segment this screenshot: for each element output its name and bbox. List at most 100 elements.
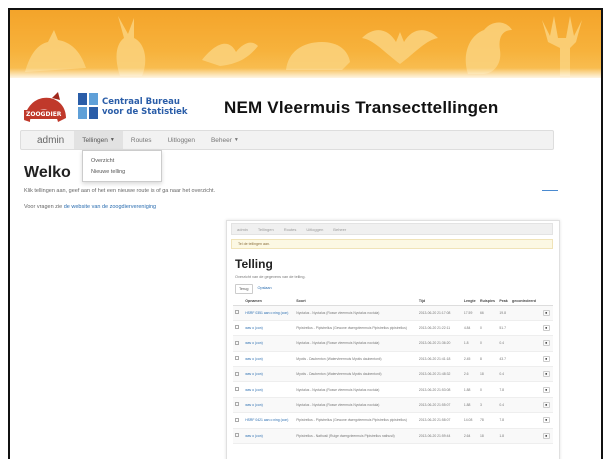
checked-cell [510, 397, 541, 414]
col-header: Soort [294, 297, 417, 306]
inner-nav-item[interactable]: Tellingen [253, 227, 279, 232]
zoogdiervereniging-link[interactable]: de website van de zoogdiervereniging [64, 204, 156, 210]
inner-save-button[interactable]: Opslaan [254, 284, 275, 294]
dropdown-item-overzicht[interactable]: Overzicht [83, 156, 161, 167]
noise-cell: 3 [477, 397, 498, 414]
inner-nav-item[interactable]: admin [232, 227, 253, 232]
recording-link[interactable]: wav o (con) [243, 366, 295, 383]
recording-link[interactable]: wav o (con) [243, 428, 295, 445]
col-header [540, 297, 553, 306]
inner-button-group: Terug Opslaan [235, 284, 275, 294]
table-row: wav o (con) Pipistrellus - Nathusii (Ruig… [233, 428, 553, 445]
inner-nav-item[interactable]: Beheer [328, 227, 351, 232]
time-cell: 2013-06-20 21:22:11 [416, 320, 462, 337]
cbs-line1: Centraal Bureau [102, 97, 180, 107]
checked-cell [510, 335, 541, 352]
time-cell: 2013-06-20 21:17:08 [416, 305, 462, 321]
row-checkbox[interactable] [233, 412, 244, 429]
nav-beheer[interactable]: Beheer ▼ [203, 131, 247, 149]
row-checkbox[interactable] [233, 351, 244, 368]
checkbox-icon[interactable] [235, 371, 239, 376]
zoogdier-logo-icon [24, 92, 66, 122]
row-checkbox[interactable] [233, 428, 244, 445]
length-cell: 1.88 [461, 381, 478, 398]
recording-link[interactable]: wav o (con) [243, 397, 295, 414]
row-checkbox[interactable] [233, 320, 244, 337]
recording-link[interactable]: HSRF 0351 aan o ning (con) [243, 305, 295, 321]
row-action-button[interactable]: ● [542, 417, 550, 424]
dropdown-item-nieuwe-telling[interactable]: Nieuwe telling [83, 167, 161, 178]
logo-row: ZOOGDIER Centraal Bureau voor de Statist… [10, 90, 601, 126]
row-action-button[interactable]: ● [542, 402, 550, 409]
row-checkbox[interactable] [233, 381, 244, 398]
row-action-button[interactable]: ● [542, 355, 550, 362]
row-checkbox[interactable] [233, 335, 244, 352]
table-row: HSRF 0421 aan o ning (con) Pipistrellus -… [233, 412, 553, 429]
slide-frame: ZOOGDIER Centraal Bureau voor de Statist… [8, 8, 603, 459]
welcome-heading: Welko [24, 164, 71, 181]
cbs-logo-icon [78, 93, 98, 119]
noise-cell: 0 [477, 335, 498, 352]
recording-link[interactable]: wav o (con) [243, 381, 295, 398]
checkbox-icon[interactable] [235, 433, 239, 438]
row-action-button[interactable]: ● [542, 325, 550, 332]
table-row: wav o (con) Myotis - Daubenton (Watervlee… [233, 366, 553, 383]
header-banner [10, 10, 601, 78]
checkbox-icon[interactable] [235, 325, 239, 330]
checkbox-icon[interactable] [235, 340, 239, 345]
col-header: Peak [497, 297, 511, 306]
checkbox-icon[interactable] [235, 417, 239, 422]
time-cell: 2013-06-20 21:59:44 [416, 428, 462, 445]
nav-tellingen[interactable]: Tellingen ▼ [74, 131, 123, 149]
checked-cell [510, 428, 541, 445]
table-row: wav o (con) Pipistrellus - Pipistrellus (… [233, 320, 553, 337]
row-action-button[interactable]: ● [542, 340, 550, 347]
recording-link[interactable]: HSRF 0421 aan o ning (con) [243, 412, 295, 429]
col-header: Tijd [416, 297, 462, 306]
site-title: NEM Vleermuis Transecttellingen [224, 98, 499, 117]
time-cell: 2013-06-20 21:41:18 [416, 351, 462, 368]
species-cell: Pipistrellus - Pipistrellus (Gewone dwer… [294, 320, 417, 337]
row-checkbox[interactable] [233, 397, 244, 414]
time-cell: 2013-06-20 21:55:07 [416, 397, 462, 414]
checkbox-icon[interactable] [235, 402, 239, 407]
species-cell: Pipistrellus - Nathusii (Ruige dwergvlee… [294, 428, 417, 445]
noise-cell: 78 [477, 412, 498, 429]
row-checkbox[interactable] [233, 366, 244, 383]
row-action-cell: ● [540, 428, 553, 445]
row-action-button[interactable]: ● [542, 371, 550, 378]
checkbox-icon[interactable] [235, 310, 239, 315]
checked-cell [510, 320, 541, 337]
nav-routes[interactable]: Routes [123, 131, 160, 149]
nav-uitloggen[interactable]: Uitloggen [159, 131, 202, 149]
inner-nav-item[interactable]: Routes [279, 227, 302, 232]
species-cell: Pipistrellus - Pipistrellus (Gewone dwer… [294, 412, 417, 429]
nav-beheer-label: Beheer [210, 136, 232, 144]
inner-alert: Tel de tellingen aan. [231, 239, 553, 249]
recording-link[interactable]: wav o (con) [243, 335, 295, 352]
recording-link[interactable]: wav o (con) [243, 351, 295, 368]
caret-down-icon: ▼ [233, 137, 239, 143]
inner-back-button[interactable]: Terug [235, 284, 253, 294]
nav-brand[interactable]: admin [21, 135, 74, 146]
checkbox-icon[interactable] [235, 387, 239, 392]
banner-fade [10, 68, 601, 78]
species-cell: Nyctalus - Nyctalus (Rosse vleermuis Nyc… [294, 381, 417, 398]
cbs-logo-text: Centraal Bureau voor de Statistiek [102, 97, 188, 117]
row-action-button[interactable]: ● [542, 432, 550, 439]
noise-cell: 66 [477, 305, 498, 321]
col-header: gecontroleerd [510, 297, 541, 306]
hare-silhouette-icon [116, 16, 146, 76]
row-checkbox[interactable] [233, 305, 244, 321]
recording-link[interactable]: wav o (con) [243, 320, 295, 337]
row-action-button[interactable]: ● [542, 309, 550, 316]
inner-nav-item[interactable]: Uitloggen [301, 227, 328, 232]
peak-cell: 7.8 [497, 412, 511, 429]
row-action-button[interactable]: ● [542, 386, 550, 393]
time-cell: 2013-06-20 21:36:20 [416, 335, 462, 352]
table-body: HSRF 0351 aan o ning (con) Nyctalus - Nyc… [233, 305, 553, 445]
length-cell: 2.64 [461, 428, 478, 445]
checkbox-icon[interactable] [235, 356, 239, 361]
table-header-row: Opnamen Soort Tijd Lengte Ruispies Peak … [233, 297, 553, 306]
boar-silhouette-icon [286, 42, 350, 70]
